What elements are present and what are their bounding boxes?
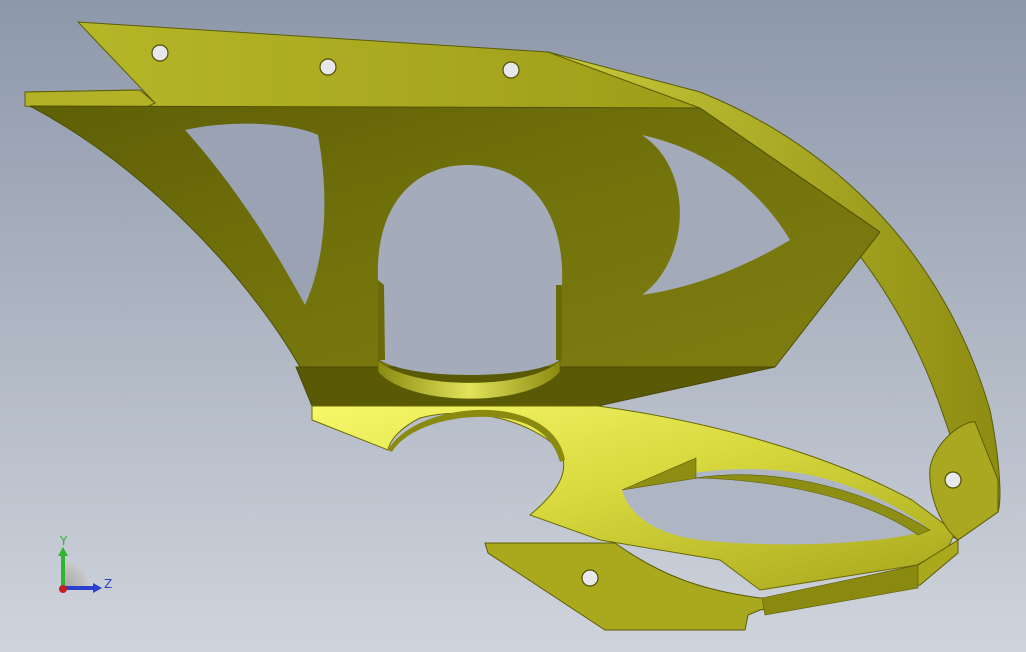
mount-hole-2[interactable] bbox=[319, 58, 337, 76]
triad-x-axis-dot bbox=[59, 585, 67, 593]
mount-hole-1[interactable] bbox=[151, 44, 169, 62]
center-boss-wall-right bbox=[556, 285, 562, 360]
triad-y-label: Y bbox=[59, 534, 68, 548]
center-oval-cutout bbox=[377, 165, 563, 375]
mount-hole-3[interactable] bbox=[502, 61, 520, 79]
mount-hole-4[interactable] bbox=[944, 471, 962, 489]
triad-z-label: Z bbox=[104, 577, 112, 591]
graphics-viewport[interactable]: Y Z bbox=[0, 0, 1026, 652]
mount-hole-5[interactable] bbox=[581, 569, 599, 587]
center-boss-wall-left bbox=[378, 280, 385, 360]
